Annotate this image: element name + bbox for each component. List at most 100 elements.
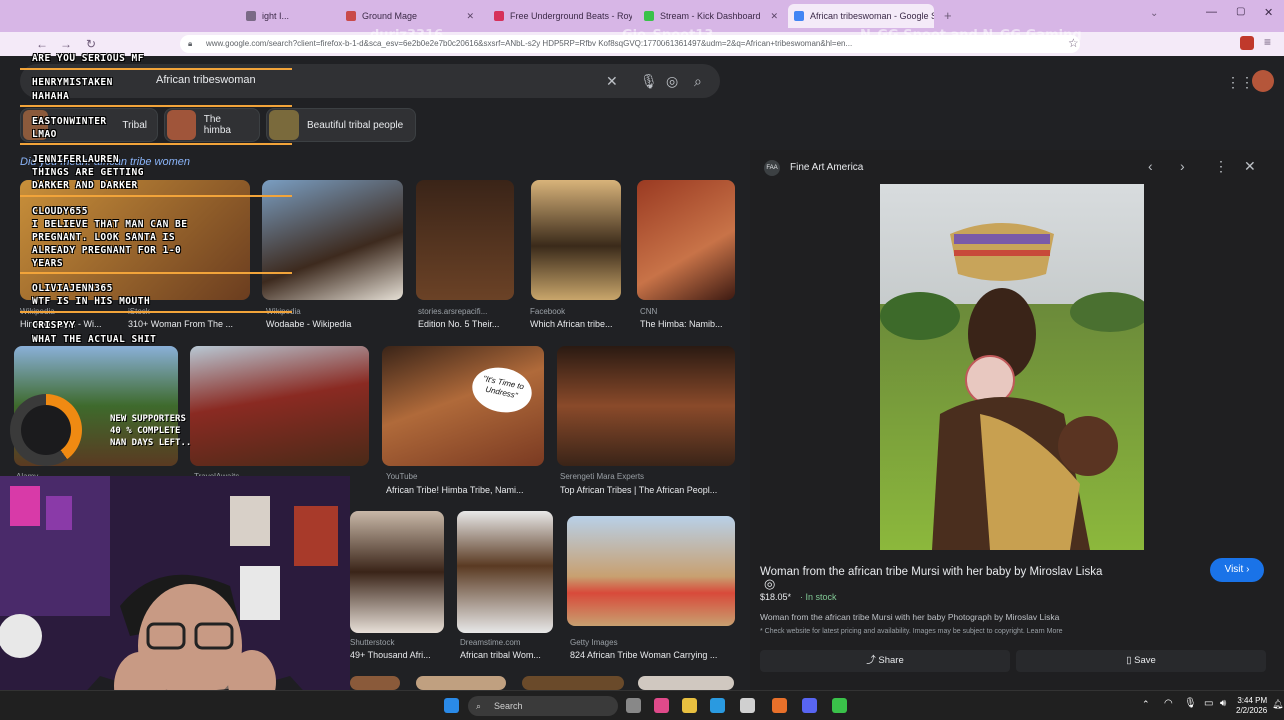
forward-icon[interactable]: → — [60, 37, 72, 51]
result-title[interactable]: African tribal Wom... — [460, 650, 556, 660]
stream-social-discord: duriz3316 — [370, 28, 444, 43]
clear-icon[interactable]: ✕ — [606, 73, 618, 90]
lens-icon[interactable]: ◎ — [666, 73, 678, 90]
chip-the-himba[interactable]: The himba — [164, 108, 260, 142]
result-image[interactable] — [262, 180, 403, 300]
menu-icon[interactable]: ≡ — [1264, 35, 1271, 49]
chat-message: WHAT THE ACTUAL SHIT — [32, 334, 157, 345]
result-title[interactable]: African Tribe! Himba Tribe, Nami... — [386, 485, 546, 495]
supporters-title: NEW SUPPORTERS — [110, 414, 186, 424]
result-image[interactable] — [350, 676, 400, 690]
result-image[interactable] — [416, 180, 514, 300]
file-explorer-icon[interactable] — [682, 698, 697, 713]
avatar[interactable] — [1252, 70, 1274, 92]
result-title[interactable]: 310+ Woman From The ... — [128, 319, 248, 329]
progress-ring — [10, 394, 82, 466]
lens-search-icon[interactable]: ◎ — [764, 576, 775, 592]
wifi-icon[interactable]: ◠ — [1164, 698, 1173, 709]
tab-label: African tribeswoman - Google S — [810, 11, 934, 21]
speech-bubble: "It's Time to Undress" — [468, 362, 536, 418]
result-title[interactable]: Edition No. 5 Their... — [418, 319, 514, 329]
windows-taskbar: ⌕ Search ⌃ ◠ 🎙︎ ▭ 🔊︎ 3:44 PM 2/2/2026 🔔︎ — [0, 690, 1284, 720]
tab-1[interactable]: ight I... — [240, 4, 340, 28]
reload-icon[interactable]: ↻ — [86, 37, 96, 51]
start-icon[interactable] — [444, 698, 459, 713]
chat-username: EASTONWINTER — [32, 116, 107, 127]
result-image[interactable] — [638, 676, 734, 690]
close-icon[interactable]: ✕ — [764, 11, 778, 22]
result-image[interactable] — [350, 511, 444, 633]
tab-2[interactable]: Ground Mage ✕ — [340, 4, 480, 28]
tab-4[interactable]: Stream - Kick Dashboard ✕ — [638, 4, 784, 28]
chat-message: ALREADY PREGNANT FOR 1-0 — [32, 245, 182, 256]
result-title[interactable]: Which African tribe... — [530, 319, 626, 329]
tab-label: Stream - Kick Dashboard — [660, 11, 761, 21]
back-icon[interactable]: ← — [36, 37, 48, 51]
result-image[interactable] — [567, 516, 735, 626]
webcam-illustration — [0, 476, 350, 720]
discord-icon[interactable] — [802, 698, 817, 713]
save-button[interactable]: ▯ Save — [1016, 650, 1266, 672]
chevron-left-icon[interactable]: ‹ — [1148, 158, 1153, 174]
copilot-icon[interactable] — [654, 698, 669, 713]
result-title[interactable]: Top African Tribes | The African Peopl..… — [560, 485, 735, 495]
more-options-icon[interactable]: ⋮ — [1214, 158, 1228, 175]
new-tab-icon[interactable]: + — [944, 8, 952, 23]
extension-icon[interactable] — [1240, 36, 1254, 50]
task-view-icon[interactable] — [626, 698, 641, 713]
chat-divider — [20, 311, 292, 313]
search-icon[interactable]: ⌕ — [694, 73, 702, 90]
chat-message: PREGNANT. LOOK SANTA IS — [32, 232, 176, 243]
microphone-icon[interactable]: 🎙︎ — [1184, 698, 1197, 709]
panel-title[interactable]: Woman from the african tribe Mursi with … — [760, 566, 1102, 578]
result-image[interactable] — [531, 180, 621, 300]
result-image[interactable] — [416, 676, 506, 690]
tab-list-icon[interactable]: ⌄ — [1150, 8, 1158, 19]
result-source: Dreamstime.com — [460, 638, 521, 647]
tab-3[interactable]: Free Underground Beats - Royc ✕ — [488, 4, 632, 28]
microphone-icon[interactable]: 🎙︎ — [640, 73, 658, 90]
tab-favicon — [494, 11, 504, 21]
result-title[interactable]: 824 African Tribe Woman Carrying ... — [570, 650, 735, 660]
volume-icon[interactable]: 🔊︎ — [1220, 698, 1226, 709]
close-icon[interactable]: ✕ — [460, 11, 474, 22]
store-icon[interactable] — [740, 698, 755, 713]
chip-beautiful-tribal-people[interactable]: Beautiful tribal people — [266, 108, 416, 142]
preview-image[interactable] — [880, 184, 1144, 550]
notification-icon[interactable]: 🔔︎ — [1272, 699, 1283, 710]
taskbar-search[interactable]: ⌕ Search — [468, 696, 618, 716]
result-image[interactable]: "It's Time to Undress" — [382, 346, 544, 466]
taskbar-search-label: Search — [494, 701, 523, 711]
result-title[interactable]: Wodaabe - Wikipedia — [266, 319, 402, 329]
chat-username: JENNIFERLAUREN — [32, 154, 120, 165]
firefox-icon[interactable] — [772, 698, 787, 713]
image-preview-panel: FAA Fine Art America ‹ › ⋮ ✕ ◎ Woman fro… — [750, 150, 1284, 690]
chevron-right-icon[interactable]: › — [1180, 158, 1185, 174]
share-button[interactable]: ⤴︎ Share — [760, 650, 1010, 672]
result-image[interactable] — [637, 180, 735, 300]
result-image[interactable] — [522, 676, 624, 690]
minimize-icon[interactable]: — — [1206, 6, 1217, 18]
result-image[interactable] — [457, 511, 553, 633]
close-icon[interactable]: ✕ — [1244, 158, 1256, 175]
clock[interactable]: 3:44 PM 2/2/2026 — [1236, 696, 1267, 716]
share-label: Share — [878, 655, 904, 666]
chat-message: DARKER AND DARKER — [32, 180, 138, 191]
network-icon[interactable]: ▭ — [1204, 698, 1213, 709]
bookmark-icon: ▯ — [1126, 655, 1135, 666]
tab-favicon — [246, 11, 256, 21]
close-window-icon[interactable]: ✕ — [1264, 6, 1273, 19]
result-title[interactable]: 49+ Thousand Afri... — [350, 650, 448, 660]
edge-icon[interactable] — [710, 698, 725, 713]
tab-5-active[interactable]: African tribeswoman - Google S ✕ — [788, 4, 934, 28]
result-title[interactable]: The Himba: Namib... — [640, 319, 734, 329]
apps-grid-icon[interactable]: ⋮⋮ — [1226, 74, 1254, 91]
kick-icon[interactable] — [832, 698, 847, 713]
search-query[interactable]: African tribeswoman — [156, 74, 256, 86]
visit-button[interactable]: Visit › — [1210, 558, 1264, 582]
tray-overflow-icon[interactable]: ⌃ — [1142, 699, 1150, 710]
panel-site-name[interactable]: Fine Art America — [790, 162, 863, 173]
chat-username: OLIVIAJENN365 — [32, 283, 113, 294]
result-image[interactable] — [557, 346, 735, 466]
maximize-icon[interactable]: ▢ — [1236, 6, 1245, 17]
